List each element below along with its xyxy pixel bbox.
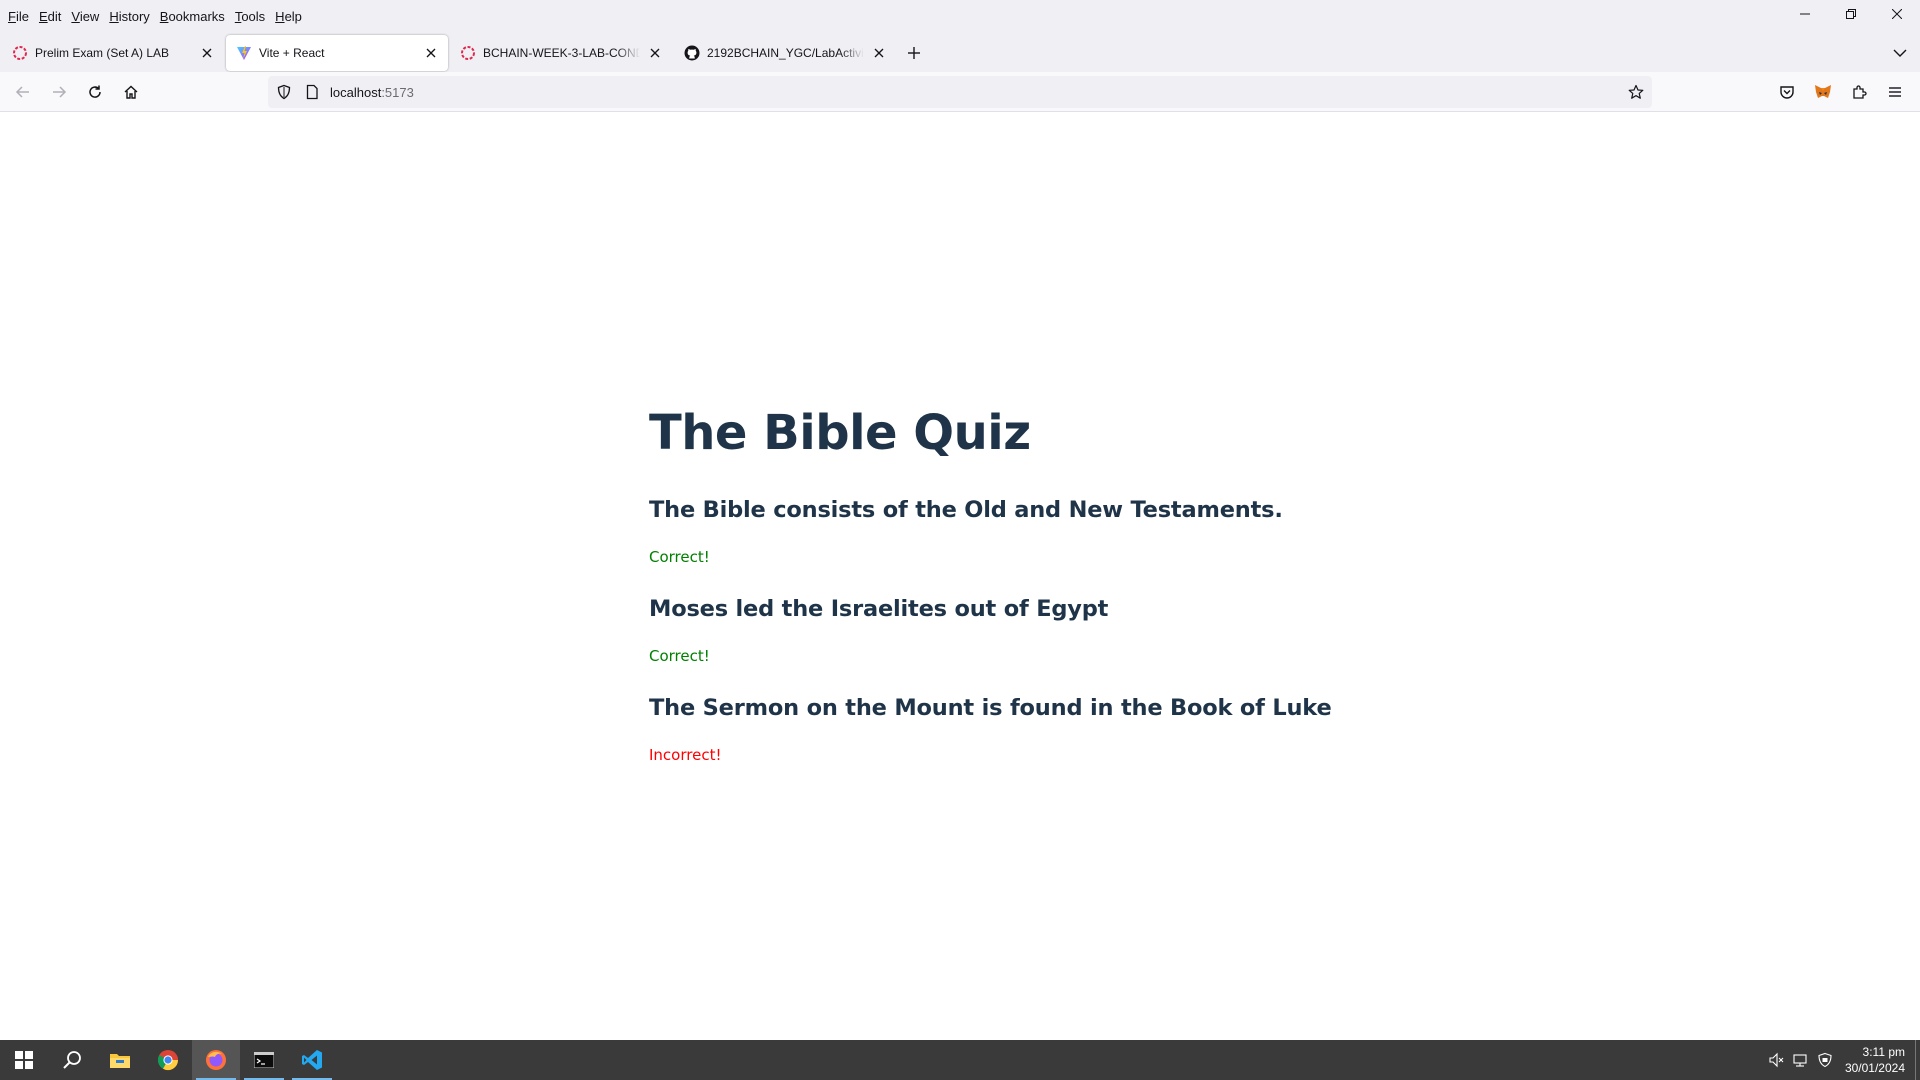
tracking-protection-shield-icon[interactable] [276, 84, 292, 100]
clock[interactable]: 3:11 pm 30/01/2024 [1837, 1044, 1915, 1076]
tab-close-button[interactable] [198, 44, 216, 62]
question-2: Moses led the Israelites out of Egypt [649, 596, 1109, 622]
terminal-icon [254, 1052, 274, 1068]
taskbar: 3:11 pm 30/01/2024 [0, 1040, 1920, 1080]
extensions-button[interactable] [1845, 78, 1873, 106]
vscode-icon [302, 1050, 322, 1070]
address-bar[interactable]: localhost:5173 [268, 76, 1652, 108]
minimize-button[interactable] [1782, 0, 1828, 28]
page-info-icon[interactable] [304, 84, 320, 100]
restore-button[interactable] [1828, 0, 1874, 28]
tab-prelim-exam[interactable]: Prelim Exam (Set A) LAB [2, 35, 224, 71]
close-icon [202, 48, 212, 58]
metamask-fox-icon [1815, 85, 1831, 98]
tab-github-lab[interactable]: 2192BCHAIN_YGC/LabActivity3 [674, 35, 896, 71]
window-controls [1782, 0, 1920, 28]
quiz-title: The Bible Quiz [649, 405, 1031, 461]
question-1-result: Correct! [649, 548, 710, 566]
new-tab-button[interactable] [900, 39, 928, 67]
chevron-down-icon [1893, 49, 1907, 57]
vscode-button[interactable] [288, 1040, 336, 1080]
menu-view[interactable]: View [66, 7, 104, 27]
close-icon [874, 48, 884, 58]
close-icon [426, 48, 436, 58]
red-circle-icon [460, 45, 476, 61]
list-all-tabs-button[interactable] [1890, 43, 1910, 63]
github-icon [684, 45, 700, 61]
red-circle-icon [12, 45, 28, 61]
show-desktop-button[interactable] [1915, 1040, 1920, 1080]
home-icon [124, 85, 138, 99]
close-window-button[interactable] [1874, 0, 1920, 28]
question-3: The Sermon on the Mount is found in the … [649, 695, 1332, 721]
plus-icon [908, 47, 920, 59]
title-bar: File Edit View History Bookmarks Tools H… [0, 0, 1920, 34]
terminal-button[interactable] [240, 1040, 288, 1080]
forward-arrow-icon [53, 86, 67, 98]
menu-file[interactable]: File [6, 7, 34, 27]
menu-tools[interactable]: Tools [230, 7, 270, 27]
navigation-bar: localhost:5173 [0, 72, 1920, 112]
home-button[interactable] [117, 78, 145, 106]
page-viewport: The Bible Quiz The Bible consists of the… [0, 113, 1920, 1040]
close-icon [1892, 9, 1902, 19]
question-1: The Bible consists of the Old and New Te… [649, 497, 1283, 523]
pocket-icon [1780, 86, 1794, 99]
clock-time: 3:11 pm [1862, 1045, 1905, 1059]
restore-icon [1846, 9, 1856, 19]
network-button[interactable] [1789, 1040, 1813, 1080]
menu-bar: File Edit View History Bookmarks Tools H… [0, 7, 307, 27]
network-icon [1793, 1054, 1807, 1067]
tab-close-button[interactable] [646, 44, 664, 62]
puzzle-icon [1853, 85, 1867, 99]
chrome-icon [157, 1050, 179, 1071]
tab-close-button[interactable] [870, 44, 888, 62]
menu-history[interactable]: History [104, 7, 154, 27]
vite-icon [236, 45, 252, 61]
security-button[interactable] [1813, 1040, 1837, 1080]
firefox-icon [206, 1050, 226, 1070]
folder-icon [110, 1054, 130, 1068]
windows-security-icon [1818, 1052, 1832, 1068]
quiz-container: The Bible Quiz The Bible consists of the… [649, 403, 1549, 765]
question-3-result: Incorrect! [649, 746, 722, 764]
clock-date: 30/01/2024 [1844, 1061, 1905, 1075]
chrome-button[interactable] [144, 1040, 192, 1080]
windows-logo-icon [15, 1051, 33, 1069]
tab-bchain-week3[interactable]: BCHAIN-WEEK-3-LAB-CONDITIONAL [450, 35, 672, 71]
close-icon [650, 48, 660, 58]
tab-strip: Prelim Exam (Set A) LAB Vite + React BCH… [0, 34, 1920, 72]
tab-close-button[interactable] [422, 44, 440, 62]
reload-icon [89, 85, 101, 98]
tab-vite-react[interactable]: Vite + React [226, 35, 448, 71]
reload-button[interactable] [81, 78, 109, 106]
bookmark-star-icon[interactable] [1628, 84, 1644, 100]
minimize-icon [1800, 13, 1810, 15]
search-icon [63, 1051, 81, 1069]
metamask-extension-button[interactable] [1809, 78, 1837, 106]
speaker-muted-icon [1769, 1052, 1784, 1068]
back-button[interactable] [9, 78, 37, 106]
question-2-result: Correct! [649, 647, 710, 665]
system-tray: 3:11 pm 30/01/2024 [1765, 1040, 1920, 1080]
back-arrow-icon [15, 86, 29, 98]
hamburger-menu-icon [1889, 87, 1901, 97]
volume-muted-button[interactable] [1765, 1040, 1789, 1080]
firefox-button[interactable] [192, 1040, 240, 1080]
menu-help[interactable]: Help [270, 7, 307, 27]
file-explorer-button[interactable] [96, 1040, 144, 1080]
start-button[interactable] [0, 1040, 48, 1080]
search-button[interactable] [48, 1040, 96, 1080]
forward-button[interactable] [45, 78, 73, 106]
url-text[interactable]: localhost:5173 [330, 85, 414, 100]
menu-bookmarks[interactable]: Bookmarks [155, 7, 230, 27]
pocket-button[interactable] [1773, 78, 1801, 106]
app-menu-button[interactable] [1881, 78, 1909, 106]
menu-edit[interactable]: Edit [34, 7, 66, 27]
